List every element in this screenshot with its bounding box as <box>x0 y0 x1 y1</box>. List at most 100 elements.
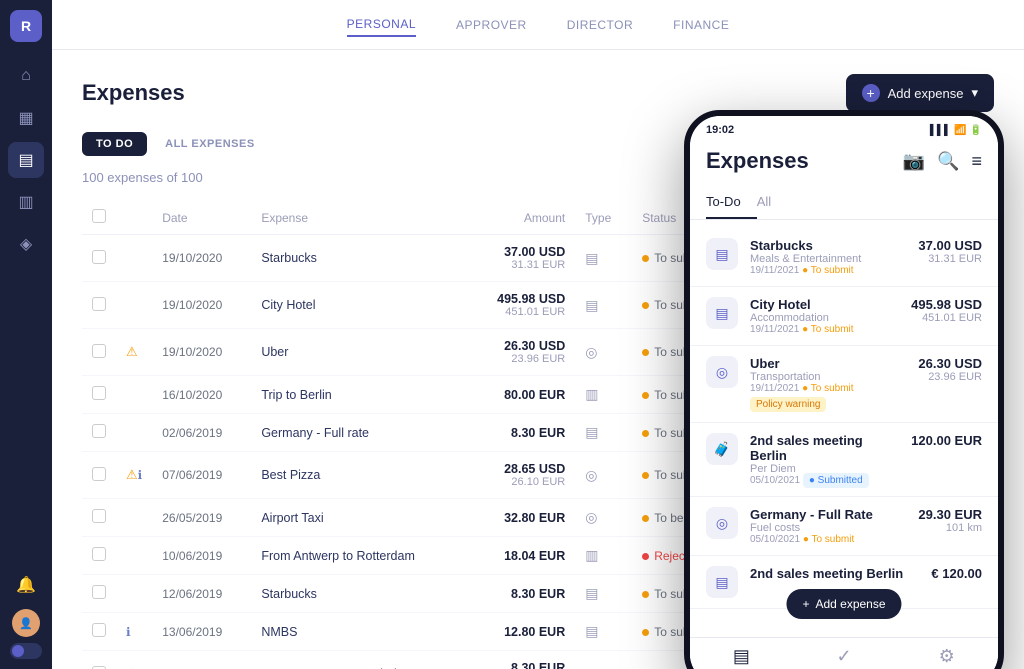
search-icon[interactable]: 🔍 <box>937 151 959 172</box>
mobile-item-icon: 🧳 <box>706 433 738 465</box>
row-type: ▤ <box>575 414 632 452</box>
mobile-list-item[interactable]: ◎ Germany - Full Rate Fuel costs 05/10/2… <box>690 497 998 556</box>
row-type: ◎ <box>575 499 632 537</box>
row-expense-name: Starbucks <box>251 235 466 282</box>
row-checkbox[interactable] <box>92 386 106 400</box>
row-amount: 12.80 EUR <box>466 613 575 651</box>
row-checkbox[interactable] <box>92 467 106 481</box>
mobile-item-amount: 29.30 EUR 101 km <box>918 507 982 534</box>
page-title: Expenses <box>82 80 185 106</box>
submitted-badge: ● Submitted <box>803 473 869 488</box>
row-checkbox[interactable] <box>92 623 106 637</box>
mobile-item-name: 2nd sales meeting Berlin <box>750 433 899 463</box>
row-date: 19/10/2020 <box>152 235 251 282</box>
app-logo[interactable]: R <box>10 10 42 42</box>
row-checkbox[interactable] <box>92 297 106 311</box>
row-amount: 18.04 EUR <box>466 537 575 575</box>
mobile-plus-icon: + <box>802 597 809 611</box>
mobile-tab-todo[interactable]: To-Do <box>706 186 757 219</box>
mobile-item-icon: ◎ <box>706 507 738 539</box>
mobile-list-item[interactable]: ▤ City Hotel Accommodation 19/11/2021 ● … <box>690 287 998 346</box>
mobile-list-item[interactable]: 🧳 2nd sales meeting Berlin Per Diem 05/1… <box>690 423 998 497</box>
toggle-dot <box>12 645 24 657</box>
mobile-nav-expenses[interactable]: ▤ Expenses <box>690 646 793 669</box>
mobile-time: 19:02 <box>706 124 734 136</box>
mobile-nav-icon: ▤ <box>733 646 750 667</box>
mobile-add-expense-button[interactable]: + Add expense <box>786 589 901 619</box>
mobile-tabs: To-Do All <box>690 186 998 220</box>
policy-badge: Policy warning <box>750 397 826 412</box>
row-checkbox[interactable] <box>92 509 106 523</box>
mobile-nav-settings[interactable]: ⚙ Settings <box>895 646 998 669</box>
mobile-nav-approvals[interactable]: ✓ Approvals <box>793 646 896 669</box>
mobile-item-info: 2nd sales meeting Berlin <box>750 566 919 581</box>
mobile-item-amount: 37.00 USD 31.31 EUR <box>918 238 982 265</box>
col-expense: Expense <box>251 201 466 235</box>
signal-icon: ▌▌▌ <box>930 125 951 136</box>
mobile-item-category: Accommodation <box>750 312 899 324</box>
row-type: ◎ <box>575 329 632 376</box>
sidebar-item-home[interactable]: ⌂ <box>8 58 44 94</box>
mobile-item-amount: 120.00 EUR <box>911 433 982 448</box>
mobile-item-date: 19/11/2021 ● To submit <box>750 383 906 394</box>
tab-todo[interactable]: TO DO <box>82 132 147 156</box>
mobile-list-item[interactable]: ◎ Uber Transportation 19/11/2021 ● To su… <box>690 346 998 423</box>
mobile-item-name: Uber <box>750 356 906 371</box>
row-date: 12/06/2019 <box>152 575 251 613</box>
row-expense-name: Best Pizza <box>251 452 466 499</box>
row-checkbox[interactable] <box>92 666 106 669</box>
sidebar-item-dashboard[interactable]: ▦ <box>8 100 44 136</box>
row-amount: 8.30 EUR <box>466 414 575 452</box>
row-checkbox[interactable] <box>92 547 106 561</box>
row-expense-name: Airport Taxi <box>251 499 466 537</box>
tab-all-expenses[interactable]: ALL EXPENSES <box>151 132 269 156</box>
mobile-tab-all[interactable]: All <box>757 186 787 219</box>
row-amount: 32.80 EUR <box>466 499 575 537</box>
sidebar-item-reports[interactable]: ▥ <box>8 184 44 220</box>
row-type: ▥ <box>575 537 632 575</box>
row-amount: 8.30 EUR 7.23 GBP <box>466 651 575 669</box>
mobile-item-date: 19/11/2021 ● To submit <box>750 324 899 335</box>
mobile-bottom-navigation: ▤ Expenses ✓ Approvals ⚙ Settings <box>690 637 998 669</box>
row-type: ▤ <box>575 282 632 329</box>
camera-icon[interactable]: 📷 <box>903 151 925 172</box>
menu-icon[interactable]: ≡ <box>971 151 982 172</box>
row-checkbox[interactable] <box>92 585 106 599</box>
mobile-item-date: 05/10/2021 ● To submit <box>750 534 906 545</box>
row-checkbox[interactable] <box>92 250 106 264</box>
row-date: 10/06/2019 <box>152 537 251 575</box>
theme-toggle[interactable] <box>10 643 42 659</box>
row-date: 26/05/2019 <box>152 499 251 537</box>
row-amount: 26.30 USD 23.96 EUR <box>466 329 575 376</box>
top-navigation: PERSONAL APPROVER DIRECTOR FINANCE <box>52 0 1024 50</box>
tab-director[interactable]: DIRECTOR <box>567 14 633 36</box>
row-checkbox[interactable] <box>92 344 106 358</box>
row-date: 19/10/2020 <box>152 329 251 376</box>
status-indicator <box>642 392 649 399</box>
row-date: 19/10/2020 <box>152 282 251 329</box>
row-expense-name: Starbucks <box>251 575 466 613</box>
sidebar-item-analytics[interactable]: ◈ <box>8 226 44 262</box>
mobile-list-item[interactable]: ▤ Starbucks Meals & Entertainment 19/11/… <box>690 228 998 287</box>
battery-icon: 🔋 <box>970 125 982 136</box>
tab-finance[interactable]: FINANCE <box>673 14 729 36</box>
row-checkbox[interactable] <box>92 424 106 438</box>
select-all-checkbox[interactable] <box>92 209 106 223</box>
info-icon: ℹ <box>126 625 131 639</box>
status-indicator <box>642 472 649 479</box>
row-expense-name: Uber <box>251 329 466 376</box>
tab-personal[interactable]: PERSONAL <box>347 13 416 37</box>
avatar[interactable]: 👤 <box>12 609 40 637</box>
mobile-nav-icon: ⚙ <box>939 646 955 667</box>
status-indicator <box>642 430 649 437</box>
mobile-item-amount: € 120.00 <box>931 566 982 581</box>
col-date: Date <box>152 201 251 235</box>
mobile-page-title: Expenses <box>706 148 809 174</box>
tab-approver[interactable]: APPROVER <box>456 14 527 36</box>
sidebar-item-expenses[interactable]: ▤ <box>8 142 44 178</box>
warning-icon: ⚠ <box>126 467 138 482</box>
sidebar-item-notifications[interactable]: 🔔 <box>8 567 44 603</box>
mobile-item-info: Starbucks Meals & Entertainment 19/11/20… <box>750 238 906 276</box>
add-expense-button[interactable]: + Add expense ▾ <box>846 74 994 112</box>
row-type: ▤ <box>575 235 632 282</box>
